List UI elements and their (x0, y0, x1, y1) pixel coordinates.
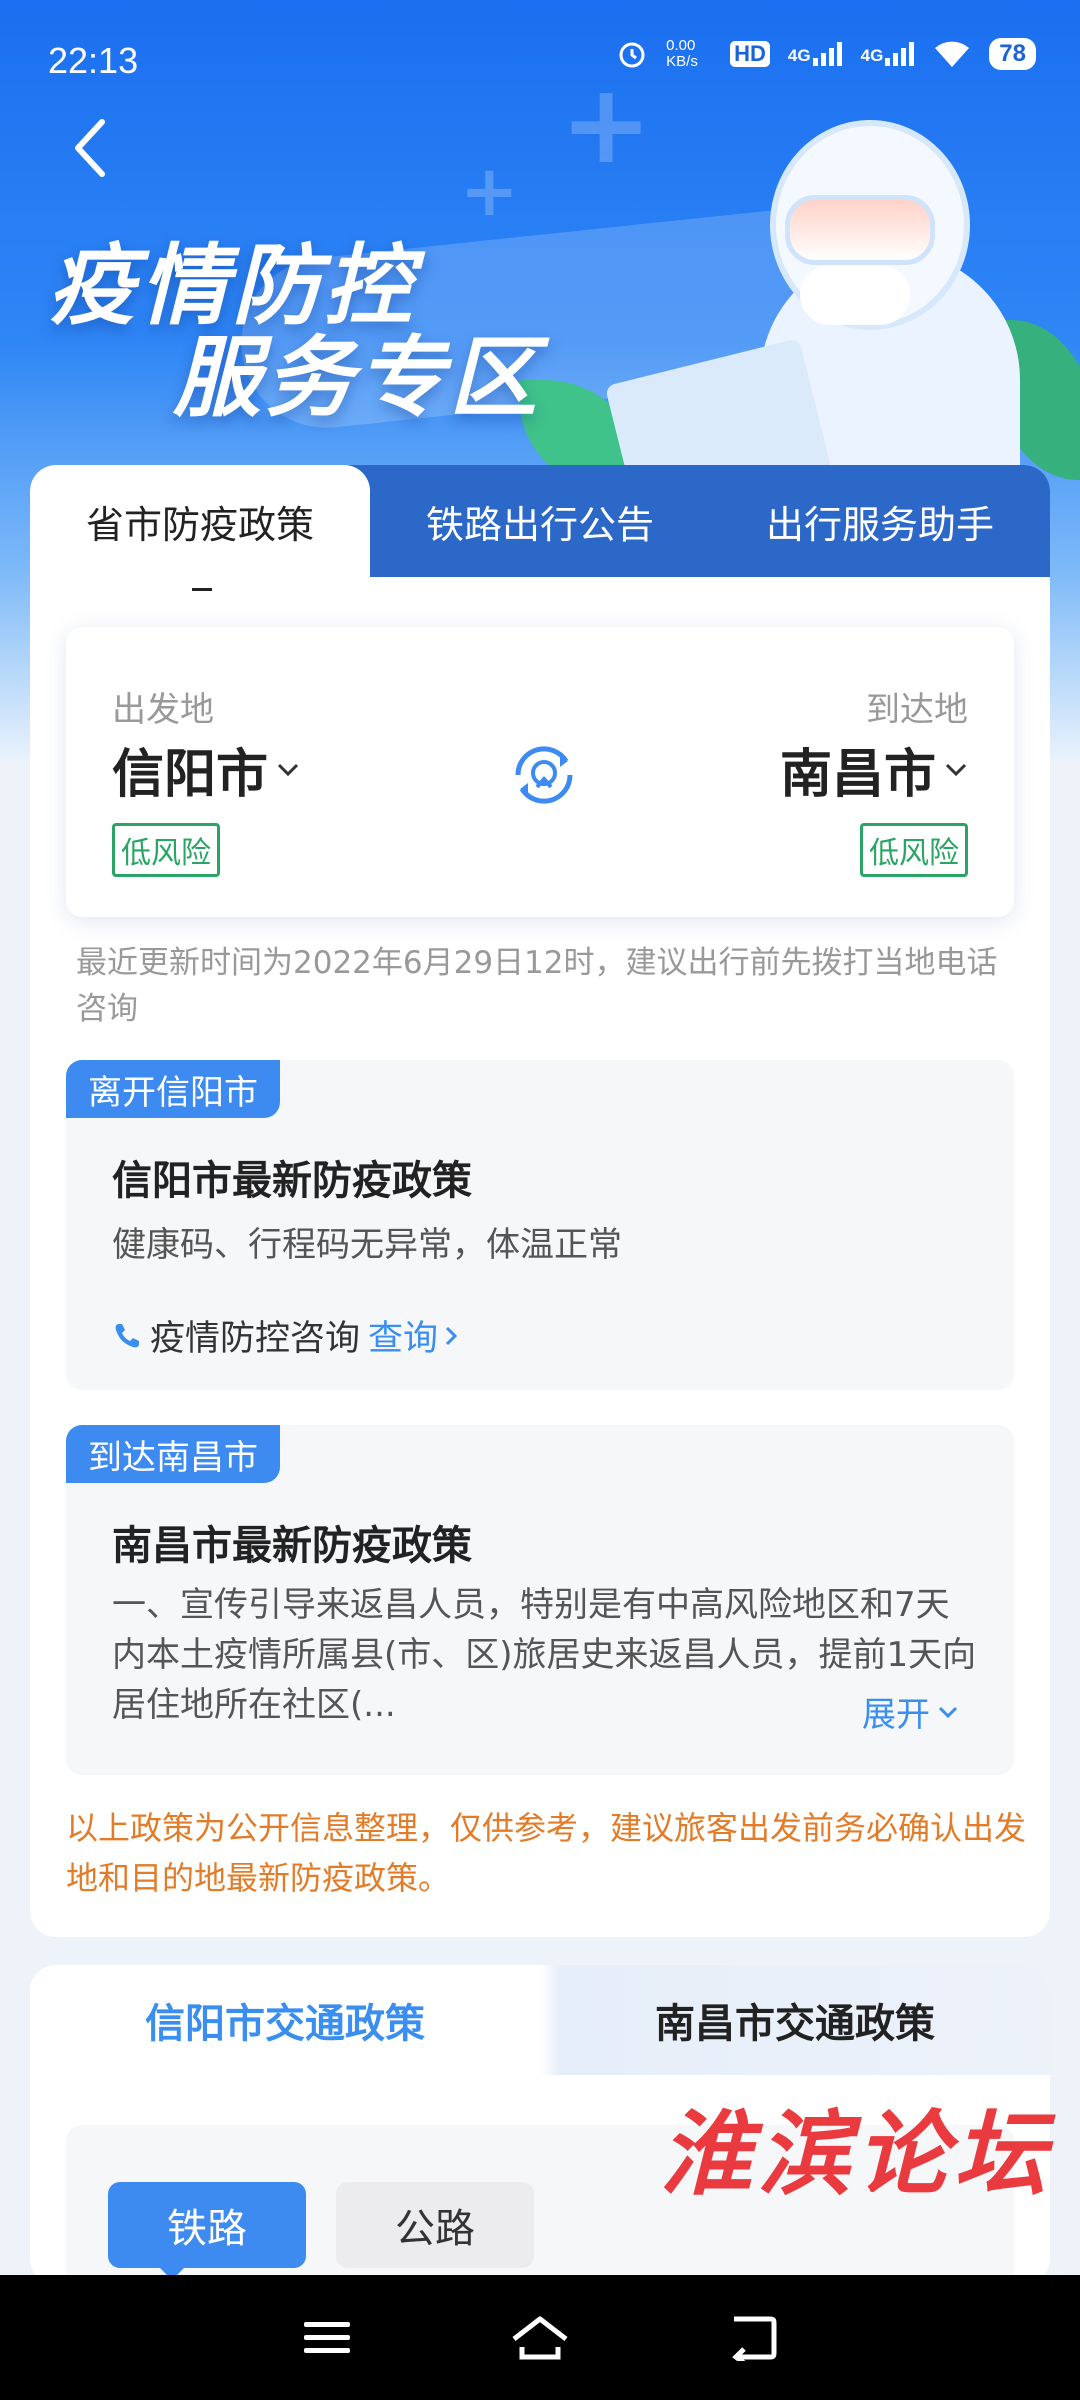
consult-link-text: 查询 (368, 1319, 439, 1359)
tab-label: 出行服务助手 (765, 502, 994, 547)
alarm-icon (619, 42, 645, 68)
title-line-2: 服务专区 (173, 326, 542, 429)
menu-icon (303, 2321, 350, 2353)
consult-query-link[interactable]: 查询 (368, 1310, 458, 1361)
chevron-down-icon (938, 1706, 958, 1718)
return-button[interactable] (718, 2303, 788, 2373)
mask-illustration (800, 265, 910, 325)
goggles-illustration (785, 195, 935, 265)
mode-highway-button[interactable]: 公路 (336, 2182, 534, 2268)
tab-bar: 省市防疫政策 铁路出行公告 出行服务助手 (30, 465, 1050, 577)
from-label: 出发地 (112, 690, 214, 730)
tab-travel-assistant[interactable]: 出行服务助手 (710, 465, 1050, 577)
tab-label: 铁路出行公告 (425, 502, 654, 547)
arrive-policy-title: 南昌市最新防疫政策 (112, 1523, 472, 1569)
status-bar: 22:13 0.00 KB/s HD 4G 4G 78 (0, 0, 1080, 118)
chevron-left-icon (75, 119, 105, 177)
to-risk-badge: 低风险 (860, 823, 968, 877)
battery-indicator: 78 (989, 38, 1036, 70)
to-label: 到达地 (866, 690, 968, 730)
tab-railway-notice[interactable]: 铁路出行公告 (370, 465, 710, 577)
page-title: 疫情防控 服务专区 (48, 240, 541, 424)
tab-to-traffic-policy[interactable]: 南昌市交通政策 (540, 1965, 1050, 2075)
leave-policy-card: 离开信阳市 信阳市最新防疫政策 健康码、行程码无异常，体温正常 疫情防控咨询 查… (66, 1060, 1014, 1390)
back-button[interactable] (60, 108, 120, 188)
tab-province-policy[interactable]: 省市防疫政策 (30, 465, 370, 577)
system-nav-bar (0, 2275, 1080, 2400)
chevron-down-icon (945, 763, 967, 776)
traffic-tab-label: 南昌市交通政策 (655, 2001, 935, 2047)
menu-button[interactable] (292, 2303, 362, 2373)
forum-watermark: 淮滨论坛 (660, 2100, 1053, 2208)
to-city: 南昌市 (779, 745, 936, 805)
signal-1-icon: 4G (788, 42, 843, 66)
arrive-policy-card: 到达南昌市 南昌市最新防疫政策 一、宣传引导来返昌人员，特别是有中高风险地区和7… (66, 1425, 1014, 1775)
title-line-1: 疫情防控 (48, 234, 417, 337)
net-speed: 0.00 KB/s (666, 37, 698, 70)
update-note: 最近更新时间为2022年6月29日12时，建议出行前先拨打当地电话咨询 (76, 945, 998, 1027)
active-tab-indicator (192, 588, 212, 591)
expand-label: 展开 (862, 1695, 930, 1735)
from-city: 信阳市 (112, 745, 269, 805)
clock: 22:13 (48, 40, 139, 81)
consult-row: 疫情防控咨询 查询 (112, 1310, 458, 1361)
to-city-select[interactable]: 南昌市 (780, 732, 968, 807)
chevron-right-icon (445, 1326, 458, 1345)
route-selector: 出发地 信阳市 低风险 到达地 南昌市 低风险 (66, 627, 1014, 917)
mode-railway-button[interactable]: 铁路 (108, 2182, 306, 2268)
tab-from-traffic-policy[interactable]: 信阳市交通政策 (30, 1965, 540, 2075)
return-icon (732, 2316, 777, 2361)
policy-card: 省市防疫政策 铁路出行公告 出行服务助手 出发地 信阳市 低风险 到达地 南昌市… (30, 465, 1050, 1937)
traffic-tab-label: 信阳市交通政策 (145, 2001, 425, 2047)
disclaimer: 以上政策为公开信息整理，仅供参考，建议旅客出发前务必确认出发地和目的地最新防疫政… (66, 1809, 1027, 1897)
railway-swap-icon (515, 746, 573, 804)
signal-2-label: 4G (860, 46, 884, 65)
mode-label: 铁路 (167, 2206, 247, 2252)
from-city-select[interactable]: 信阳市 (112, 732, 300, 807)
consult-label: 疫情防控咨询 (150, 1319, 361, 1359)
signal-1-label: 4G (787, 46, 811, 65)
from-risk-badge: 低风险 (112, 823, 220, 877)
arrive-badge: 到达南昌市 (66, 1425, 280, 1483)
tab-label: 省市防疫政策 (85, 502, 314, 547)
leave-policy-title: 信阳市最新防疫政策 (112, 1158, 472, 1204)
swap-cities-button[interactable] (506, 737, 582, 813)
status-icons: 0.00 KB/s HD 4G 4G 78 (616, 38, 1036, 70)
phone-icon (115, 1323, 139, 1347)
home-icon (512, 2316, 568, 2359)
leave-badge: 离开信阳市 (66, 1060, 280, 1118)
mode-label: 公路 (395, 2206, 475, 2252)
hd-icon: HD (730, 41, 770, 67)
wifi-icon (935, 41, 970, 67)
leave-policy-text: 健康码、行程码无异常，体温正常 (112, 1225, 622, 1265)
chevron-down-icon (277, 763, 299, 776)
signal-2-icon: 4G (861, 42, 916, 66)
plus-decoration: + (460, 150, 519, 232)
expand-button[interactable]: 展开 (848, 1687, 958, 1736)
home-button[interactable] (505, 2303, 575, 2373)
